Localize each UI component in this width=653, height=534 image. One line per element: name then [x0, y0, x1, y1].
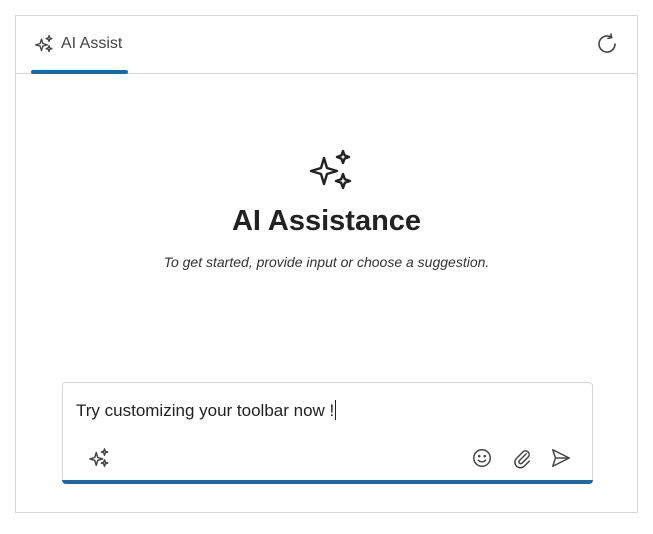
prompt-text: Try customizing your toolbar now !: [76, 401, 335, 420]
tab-ai-assist[interactable]: AI Assist: [31, 16, 128, 74]
input-focus-underline: [62, 480, 593, 484]
hero-subtitle: To get started, provide input or choose …: [163, 254, 490, 270]
sparkle-icon: [307, 148, 355, 196]
sparkle-icon[interactable]: [88, 447, 110, 469]
text-caret: [335, 400, 337, 420]
prompt-input[interactable]: Try customizing your toolbar now !: [62, 382, 593, 484]
paperclip-icon[interactable]: [511, 447, 533, 469]
tab-label: AI Assist: [61, 35, 123, 52]
prompt-input-value[interactable]: Try customizing your toolbar now !: [76, 400, 337, 421]
page-title: AI Assistance: [231, 205, 422, 237]
header-toolbar: AI Assist: [16, 16, 637, 74]
refresh-icon[interactable]: [595, 32, 619, 56]
send-icon[interactable]: [550, 447, 572, 469]
emoji-icon[interactable]: [471, 447, 493, 469]
sparkle-icon: [34, 34, 54, 54]
ai-assist-panel: AI Assist AI Assistance To get started, …: [15, 15, 638, 513]
active-tab-indicator: [31, 70, 128, 74]
